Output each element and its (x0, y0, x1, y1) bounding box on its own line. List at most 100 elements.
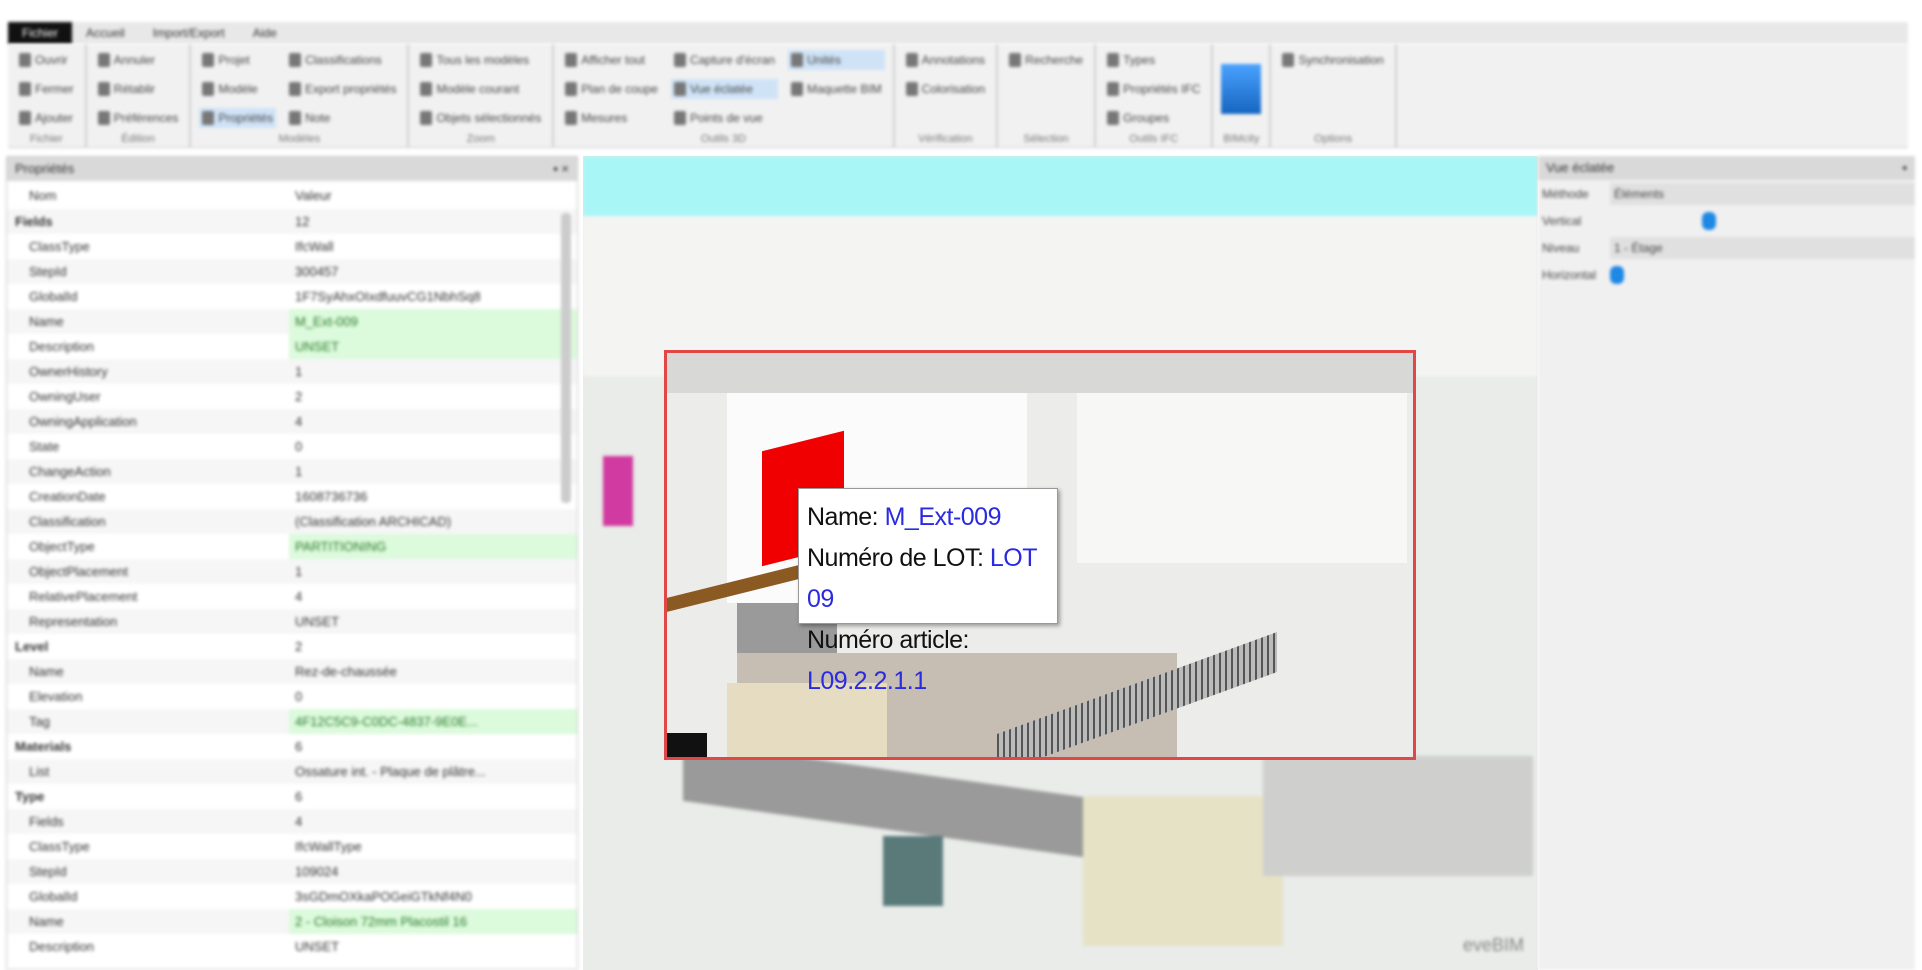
tab-0[interactable]: Fichier (8, 22, 73, 44)
property-row[interactable]: State 0 (7, 434, 577, 459)
property-row[interactable]: StepId 300457 (7, 259, 577, 284)
property-row[interactable]: Type 6 (7, 784, 577, 809)
property-value: 1F7SyAhxOIxdfuuvCG1NbhSq8 (295, 289, 481, 304)
ribbon-button[interactable]: Annotations (903, 50, 988, 70)
property-value: UNSET (289, 334, 577, 359)
property-name: Materials (15, 739, 72, 754)
ribbon-icon (19, 53, 31, 67)
ribbon-button[interactable]: Préférences (95, 108, 182, 128)
pin-close-icons[interactable]: ▪ × (553, 161, 569, 177)
property-row[interactable]: CreationDate 1608736736 (7, 484, 577, 509)
column-value[interactable]: Valeur (289, 181, 577, 209)
ribbon-button[interactable]: Mesures (562, 108, 661, 128)
property-row[interactable]: Fields 4 (7, 809, 577, 834)
property-row[interactable]: OwnerHistory 1 (7, 359, 577, 384)
ribbon-button[interactable]: Fermer (16, 79, 77, 99)
property-row[interactable]: OwningUser 2 (7, 384, 577, 409)
property-row[interactable]: List Ossature int. - Plaque de plâtre... (7, 759, 577, 784)
property-value: 6 (295, 789, 303, 804)
ribbon-button[interactable]: Projet (199, 50, 276, 70)
property-row[interactable]: RelativePlacement 4 (7, 584, 577, 609)
pin-icon[interactable]: ▪ (1902, 160, 1907, 176)
property-row[interactable]: Representation UNSET (7, 609, 577, 634)
ribbon-button[interactable]: Propriétés IFC (1104, 79, 1203, 99)
property-row[interactable]: Level 2 (7, 634, 577, 659)
tab-1[interactable]: Accueil (72, 22, 139, 44)
ribbon-button[interactable]: Note (286, 108, 399, 128)
ribbon-button[interactable]: Afficher tout (562, 50, 661, 70)
property-row[interactable]: StepId 109024 (7, 859, 577, 884)
ribbon-button[interactable]: Maquette BIM (788, 79, 885, 99)
niveau-select[interactable]: 1 - Étage (1610, 236, 1915, 259)
tab-3[interactable]: Aide (239, 22, 291, 44)
ribbon-button[interactable]: Vue éclatée (670, 79, 778, 99)
ribbon-button-label: Recherche (1025, 53, 1084, 67)
property-list: Fields 12 ClassType IfcWall StepId 300457 Glob… (7, 209, 577, 959)
slider-thumb[interactable] (1701, 211, 1716, 230)
vertical-slider[interactable] (1610, 210, 1915, 232)
property-name: OwningApplication (29, 414, 137, 429)
property-row[interactable]: GlobalId 3sGDmOXkaPOGeiGTkNf4N0 (7, 884, 577, 909)
ribbon-button[interactable]: Recherche (1006, 50, 1086, 70)
property-row[interactable]: Elevation 0 (7, 684, 577, 709)
ribbon-group-label: Fichier (29, 133, 63, 145)
ribbon-button[interactable]: Groupes (1104, 108, 1203, 128)
ribbon-button[interactable]: Points de vue (671, 108, 778, 128)
ribbon-icon (673, 111, 686, 125)
property-row[interactable]: ClassType IfcWall (7, 234, 577, 259)
property-row[interactable]: Fields 12 (7, 209, 577, 234)
property-row[interactable]: GlobalId 1F7SyAhxOIxdfuuvCG1NbhSq8 (7, 284, 577, 309)
property-row[interactable]: OwningApplication 4 (7, 409, 577, 434)
ribbon-button[interactable]: Tous les modèles (417, 50, 544, 70)
ribbon-button[interactable]: Colorisation (903, 79, 988, 99)
property-value: IfcWallType (295, 839, 362, 854)
ribbon-button-label: Export propriétés (305, 82, 397, 96)
property-row[interactable]: Materials 6 (7, 734, 577, 759)
property-row[interactable]: Name Rez-de-chaussée (7, 659, 577, 684)
ribbon-button[interactable]: Export propriétés (286, 79, 399, 99)
ribbon-button[interactable]: Propriétés (199, 108, 277, 128)
ribbon-group: Projet Modèle Propriétés Classifications Exp… (191, 44, 410, 147)
property-row[interactable]: Tag 4F12C5C9-C0DC-4837-9E0E... (7, 709, 577, 734)
property-value: (Classification ARCHICAD) (295, 514, 452, 529)
ribbon-button[interactable]: Unités (787, 50, 885, 70)
ribbon-button-label: Objets sélectionnés (436, 111, 542, 125)
ribbon-icon (673, 53, 686, 67)
scrollbar[interactable] (561, 213, 571, 503)
ribbon-button[interactable]: Synchronisation (1279, 50, 1386, 70)
method-select[interactable]: Éléments (1610, 182, 1915, 205)
ribbon-button[interactable]: Rétablir (95, 79, 182, 99)
ribbon-button-label: Ouvrir (35, 53, 68, 67)
property-value: 300457 (295, 264, 339, 279)
property-name: Type (15, 789, 45, 804)
column-name[interactable]: Nom (7, 188, 289, 203)
ribbon-button[interactable]: Plan de coupe (562, 79, 661, 99)
property-row[interactable]: Name M_Ext-009 (7, 309, 577, 334)
property-row[interactable]: Classification (Classification ARCHICAD) (7, 509, 577, 534)
ribbon-button[interactable]: Modèle (199, 79, 276, 99)
property-row[interactable]: ChangeAction 1 (7, 459, 577, 484)
ribbon-button-label: Projet (218, 53, 250, 67)
horizontal-slider[interactable] (1610, 264, 1915, 286)
property-row[interactable]: ObjectPlacement 1 (7, 559, 577, 584)
property-row[interactable]: ClassType IfcWallType (7, 834, 577, 859)
property-row[interactable]: Description UNSET (7, 934, 577, 959)
property-row[interactable]: Name 2 - Cloison 72mm Placostil 16 (7, 909, 577, 934)
tooltip-name-value: M_Ext-009 (884, 503, 1002, 531)
watermark: eveBIM (1462, 935, 1524, 955)
property-row[interactable]: Description UNSET (7, 334, 577, 359)
tab-2[interactable]: Import/Export (139, 22, 239, 44)
ribbon-icon (97, 82, 110, 96)
ribbon-button[interactable]: Capture d'écran (671, 50, 778, 70)
ribbon-button[interactable]: Ouvrir (16, 50, 77, 70)
ribbon-button[interactable]: Objets sélectionnés (417, 108, 544, 128)
ribbon-button[interactable]: Modèle courant (417, 79, 544, 99)
ribbon-button[interactable]: Classifications (286, 50, 399, 70)
ribbon-button[interactable]: Ajouter (16, 108, 77, 128)
ribbon-button[interactable]: Annuler (95, 50, 182, 70)
ribbon-button[interactable]: Types (1104, 50, 1203, 70)
bimcity-icon[interactable] (1221, 64, 1262, 114)
ribbon-button-label: Ajouter (35, 111, 74, 125)
slider-thumb[interactable] (1610, 265, 1624, 284)
property-row[interactable]: ObjectType PARTITIONING (7, 534, 577, 559)
